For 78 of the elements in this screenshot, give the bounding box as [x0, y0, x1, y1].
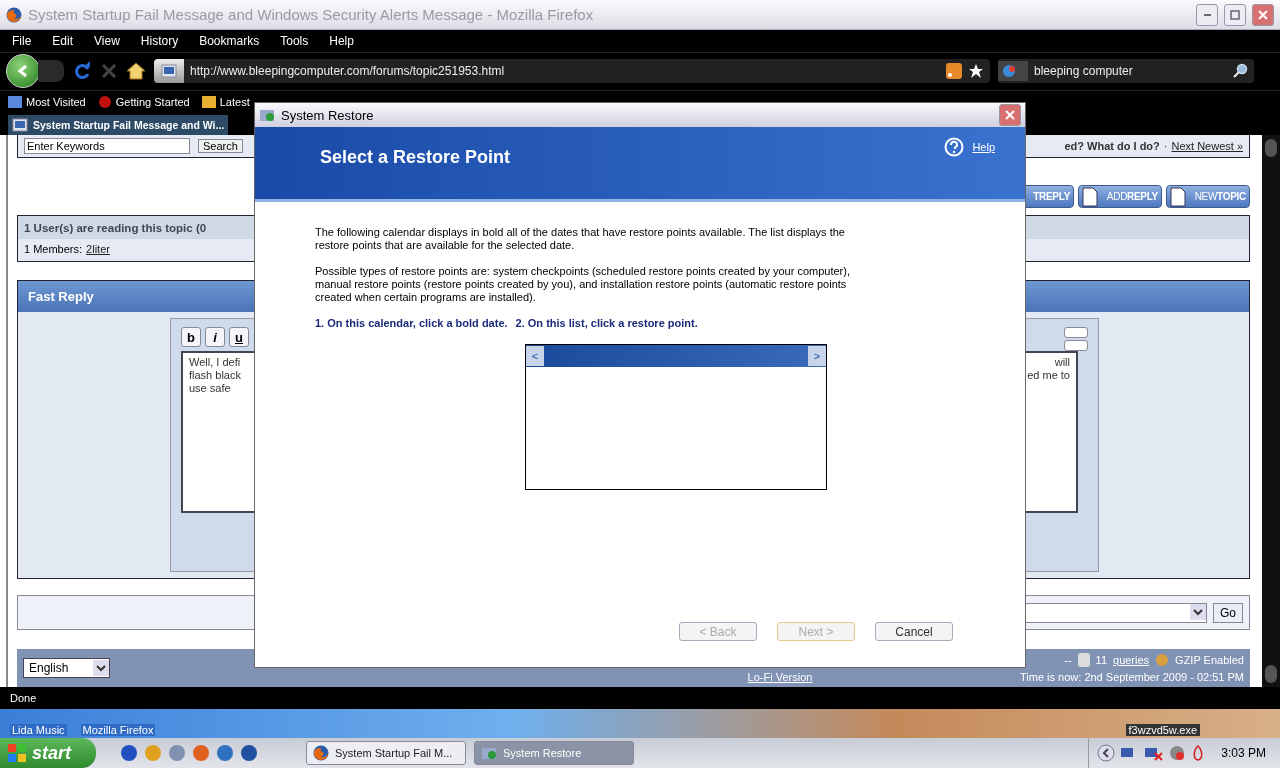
close-button[interactable] — [999, 104, 1021, 126]
close-button[interactable] — [1252, 3, 1274, 26]
menu-item[interactable]: History — [128, 33, 188, 48]
quick-launch-icon[interactable] — [240, 744, 258, 762]
site-icon — [161, 63, 177, 80]
windows-flag-icon — [8, 744, 26, 762]
star-icon[interactable] — [968, 63, 984, 80]
maximize-icon — [1230, 9, 1240, 20]
desktop-icon-label[interactable]: Lida Music — [10, 724, 67, 736]
language-select[interactable]: English — [23, 658, 110, 679]
minimize-button[interactable] — [1196, 3, 1218, 26]
restore-icon — [481, 745, 497, 761]
menu-item[interactable]: Tools — [268, 33, 318, 48]
format-button[interactable]: i — [205, 327, 225, 348]
menu-item[interactable]: Help — [317, 33, 363, 48]
clock: 3:03 PM — [1221, 746, 1266, 760]
queries-count: 11 — [1095, 654, 1107, 667]
dropdown-icon — [1190, 603, 1206, 620]
menu-item[interactable]: Edit — [40, 33, 83, 48]
help-icon[interactable] — [944, 137, 965, 157]
next-month-button[interactable]: > — [808, 346, 826, 366]
quick-launch-icon[interactable] — [216, 744, 234, 762]
tooltip: f3wzvd5w.exe — [1125, 724, 1200, 736]
menu-item[interactable]: Bookmarks — [187, 33, 269, 48]
members-label: 1 Members: — [24, 243, 83, 255]
home-icon[interactable] — [126, 62, 146, 81]
stop-icon[interactable] — [100, 62, 118, 81]
document-icon — [1082, 186, 1098, 207]
chevron-icon[interactable] — [1097, 744, 1116, 762]
menu-item[interactable]: View — [82, 33, 129, 48]
document-icon — [1170, 186, 1186, 207]
shrink-button[interactable] — [1064, 340, 1088, 352]
menu-item[interactable]: File — [0, 33, 41, 48]
restore-icon — [259, 107, 275, 123]
step-label: 2. On this list, click a restore point. — [515, 317, 698, 329]
quick-launch-icon[interactable] — [192, 744, 210, 762]
format-button[interactable]: u — [229, 327, 249, 348]
calendar[interactable]: < > — [525, 344, 827, 490]
firefox-icon — [313, 745, 329, 761]
server-time: Time is now: 2nd September 2009 - 02:51 PM — [1020, 671, 1244, 684]
gzip-status: GZIP Enabled — [1175, 654, 1244, 667]
browser-tab[interactable]: System Startup Fail Message and Wi... — [8, 115, 229, 136]
search-icon[interactable] — [1232, 63, 1248, 80]
quick-launch-icon[interactable] — [168, 744, 186, 762]
dropdown-icon — [93, 660, 109, 677]
address-bar[interactable]: http://www.bleepingcomputer.com/forums/topic251953.html — [154, 59, 990, 84]
previous-month-button[interactable]: < — [526, 346, 544, 366]
keywords-field[interactable]: Enter Keywords — [24, 138, 190, 155]
maximize-button[interactable] — [1224, 3, 1246, 26]
page-icon — [12, 117, 28, 134]
member-link[interactable]: 2liter — [86, 243, 110, 255]
separator-text: -- — [1064, 654, 1072, 667]
quick-launch-icon[interactable] — [120, 744, 138, 762]
network-error-icon[interactable] — [1145, 745, 1164, 761]
topic-title: ed? What do I do? — [1064, 140, 1160, 153]
bookmark-item[interactable]: Getting Started — [97, 95, 190, 110]
dialog-heading: Select a Restore Point — [320, 147, 511, 169]
help-link[interactable]: Help — [972, 141, 995, 153]
window-title: System Startup Fail Message and Windows Security Alerts Message - Mozilla Firefox — [28, 6, 595, 24]
wizard-button[interactable]: Cancel — [875, 622, 953, 641]
format-button[interactable]: b — [181, 327, 201, 348]
back-button[interactable] — [6, 54, 40, 89]
reload-icon[interactable] — [72, 61, 92, 82]
search-button[interactable]: Search — [198, 139, 243, 154]
firefox-icon — [6, 6, 22, 23]
go-button[interactable]: Go — [1213, 602, 1243, 623]
desktop-icon-label[interactable]: Mozilla Firefox — [80, 724, 156, 736]
close-icon — [1005, 110, 1015, 120]
bookmark-item[interactable]: Latest — [201, 96, 250, 109]
separator-dot: · — [1163, 140, 1168, 153]
next-newest-link[interactable]: Next Newest » — [1171, 140, 1243, 153]
minimize-icon — [1203, 13, 1211, 16]
step-label: 1. On this calendar, click a bold date. — [315, 317, 508, 329]
taskbar-button[interactable]: System Startup Fail M... — [306, 741, 466, 765]
close-icon — [1258, 9, 1268, 20]
search-field[interactable]: bleeping computer — [998, 59, 1254, 84]
bookmark-item[interactable]: Most Visited — [8, 96, 86, 109]
dialog-title: System Restore — [281, 107, 375, 123]
